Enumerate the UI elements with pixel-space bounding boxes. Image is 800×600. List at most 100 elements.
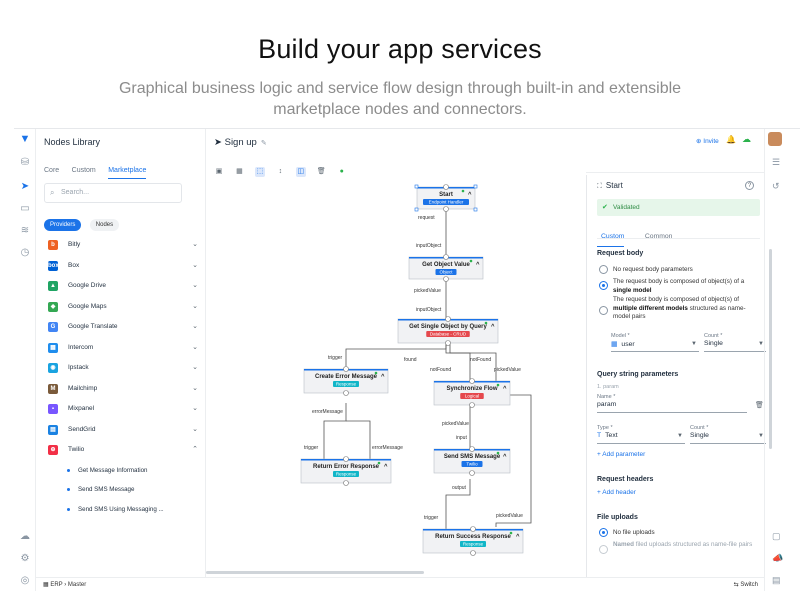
- radio-multi-model[interactable]: [599, 306, 608, 315]
- tab-custom-panel[interactable]: Custom: [597, 233, 625, 247]
- chevron-up-icon[interactable]: ^: [384, 464, 388, 470]
- radio-no-files[interactable]: [599, 528, 608, 537]
- provider-intercom[interactable]: ▦ Intercom ⌄: [44, 340, 198, 361]
- node-port[interactable]: [443, 254, 449, 260]
- node-port[interactable]: [443, 206, 449, 212]
- megaphone-icon[interactable]: 📣: [772, 553, 783, 564]
- cloud-check-icon[interactable]: ☁: [742, 134, 751, 145]
- list-item[interactable]: Send SMS Message: [44, 482, 198, 502]
- node-port[interactable]: [469, 402, 475, 408]
- node-createerr[interactable]: Create Error Message Response ^: [303, 366, 389, 396]
- history-icon[interactable]: ↺: [772, 181, 780, 192]
- clouds-icon[interactable]: ☁: [19, 531, 31, 543]
- chevron-up-icon[interactable]: ^: [503, 386, 507, 392]
- node-port[interactable]: [470, 550, 476, 556]
- panel-icon[interactable]: ▤: [772, 575, 781, 586]
- invite-button[interactable]: ⊕ Invite: [696, 137, 719, 145]
- param-name-input[interactable]: param: [597, 401, 747, 413]
- node-port[interactable]: [445, 340, 451, 346]
- selection-handle[interactable]: [473, 207, 478, 212]
- tab-marketplace[interactable]: Marketplace: [108, 167, 147, 179]
- node-sync[interactable]: Synchronize Flow Logical ^: [433, 378, 511, 408]
- node-port[interactable]: [445, 316, 451, 322]
- count-select[interactable]: Single ▼: [704, 340, 766, 352]
- model-select[interactable]: ▦ user ▼: [611, 340, 699, 352]
- pencil-icon[interactable]: ✎: [261, 140, 267, 147]
- node-port[interactable]: [443, 184, 449, 190]
- node-sms[interactable]: Send SMS Message Twilio ^: [433, 446, 511, 476]
- node-port[interactable]: [469, 446, 475, 452]
- chevron-up-icon[interactable]: ^: [491, 324, 495, 330]
- chevron-up-icon[interactable]: ⌃: [192, 445, 198, 453]
- provider-google-maps[interactable]: ◆ Google Maps ⌄: [44, 299, 198, 320]
- help-icon[interactable]: ?: [745, 181, 754, 190]
- user-icon[interactable]: ◎: [19, 575, 31, 587]
- radio-single-model[interactable]: [599, 281, 608, 290]
- chevron-down-icon[interactable]: ⌄: [192, 302, 198, 310]
- chevron-down-icon[interactable]: ⌄: [192, 343, 198, 351]
- paper-plane-icon[interactable]: ➤: [19, 181, 31, 193]
- horizontal-scrollbar[interactable]: [206, 571, 424, 574]
- radio-no-body[interactable]: [599, 265, 608, 274]
- database-icon[interactable]: ⛁: [19, 157, 31, 169]
- flow-diagram[interactable]: .edge { stroke: #555; stroke-width: 0.8;…: [206, 173, 586, 573]
- avatar[interactable]: [768, 132, 782, 146]
- list-item[interactable]: Send SMS Using Messaging ...: [44, 502, 198, 522]
- chevron-down-icon[interactable]: ⌄: [192, 281, 198, 289]
- selection-handle[interactable]: [414, 207, 419, 212]
- monitor-icon[interactable]: ▭: [19, 203, 31, 215]
- node-start[interactable]: Start Endpoint Handler ^: [414, 184, 478, 212]
- chevron-up-icon[interactable]: ^: [516, 534, 520, 540]
- add-parameter-button[interactable]: + Add parameter: [597, 451, 645, 458]
- node-port[interactable]: [469, 470, 475, 476]
- provider-mixpanel[interactable]: ▪ Mixpanel ⌄: [44, 401, 198, 422]
- trash-icon[interactable]: 🗑: [755, 401, 764, 409]
- type-select[interactable]: T Text ▼: [597, 432, 685, 444]
- flow-canvas[interactable]: ➤ Sign up ✎ ▣ ▦ ⬚ ↕ ◫ 🗑 ● .edge { stroke:…: [206, 129, 586, 577]
- provider-bitly[interactable]: b Bitly ⌄: [44, 237, 198, 258]
- breadcrumb[interactable]: ▦ ERP › Master: [43, 581, 86, 588]
- comment-icon[interactable]: ▢: [772, 531, 781, 542]
- provider-box[interactable]: box Box ⌄: [44, 258, 198, 279]
- clock-icon[interactable]: ◷: [19, 247, 31, 259]
- provider-ipstack[interactable]: ◉ Ipstack ⌄: [44, 360, 198, 381]
- node-port[interactable]: [470, 526, 476, 532]
- tab-core[interactable]: Core: [44, 167, 59, 178]
- chip-nodes[interactable]: Nodes: [89, 219, 120, 231]
- node-port[interactable]: [343, 390, 349, 396]
- tab-common-panel[interactable]: Common: [641, 233, 673, 246]
- layers-icon[interactable]: ≋: [19, 225, 31, 237]
- node-port[interactable]: [343, 366, 349, 372]
- chevron-down-icon[interactable]: ⌄: [192, 261, 198, 269]
- provider-sendgrid[interactable]: ▤ SendGrid ⌄: [44, 422, 198, 443]
- switch-button[interactable]: ⇆ Switch: [734, 581, 758, 588]
- provider-google-drive[interactable]: ▲ Google Drive ⌄: [44, 278, 198, 299]
- node-getsingle[interactable]: Get Single Object by Query Database - CRU…: [397, 316, 499, 346]
- query-count-select[interactable]: Single ▼: [690, 432, 766, 444]
- node-port[interactable]: [343, 456, 349, 462]
- node-getobj[interactable]: Get Object Value Object ^: [408, 254, 484, 282]
- provider-mailchimp[interactable]: M Mailchimp ⌄: [44, 381, 198, 402]
- chevron-down-icon[interactable]: ⌄: [192, 363, 198, 371]
- sliders-icon[interactable]: ☰: [772, 157, 780, 168]
- list-item[interactable]: Get Message Information: [44, 463, 198, 483]
- chip-providers[interactable]: Providers: [44, 219, 82, 231]
- chevron-up-icon[interactable]: ^: [503, 454, 507, 460]
- chevron-up-icon[interactable]: ^: [476, 262, 480, 268]
- search-input[interactable]: ⌕ Search...: [44, 183, 182, 203]
- node-port[interactable]: [343, 480, 349, 486]
- radio-named-files[interactable]: [599, 545, 608, 554]
- provider-google-translate[interactable]: G Google Translate ⌄: [44, 319, 198, 340]
- provider-twilio[interactable]: ⊕ Twilio ⌃: [44, 442, 198, 463]
- node-returnok[interactable]: Return Success Response Response ^: [422, 526, 524, 556]
- chevron-up-icon[interactable]: ^: [468, 192, 472, 198]
- node-returnerr[interactable]: Return Error Response Response ^: [300, 456, 392, 486]
- chevron-down-icon[interactable]: ⌄: [192, 384, 198, 392]
- chevron-down-icon[interactable]: ⌄: [192, 240, 198, 248]
- node-port[interactable]: [469, 378, 475, 384]
- gear-icon[interactable]: ⚙: [19, 553, 31, 565]
- selection-handle[interactable]: [473, 184, 478, 189]
- chevron-up-icon[interactable]: ^: [381, 374, 385, 380]
- bell-icon[interactable]: 🔔: [726, 135, 736, 144]
- node-port[interactable]: [443, 276, 449, 282]
